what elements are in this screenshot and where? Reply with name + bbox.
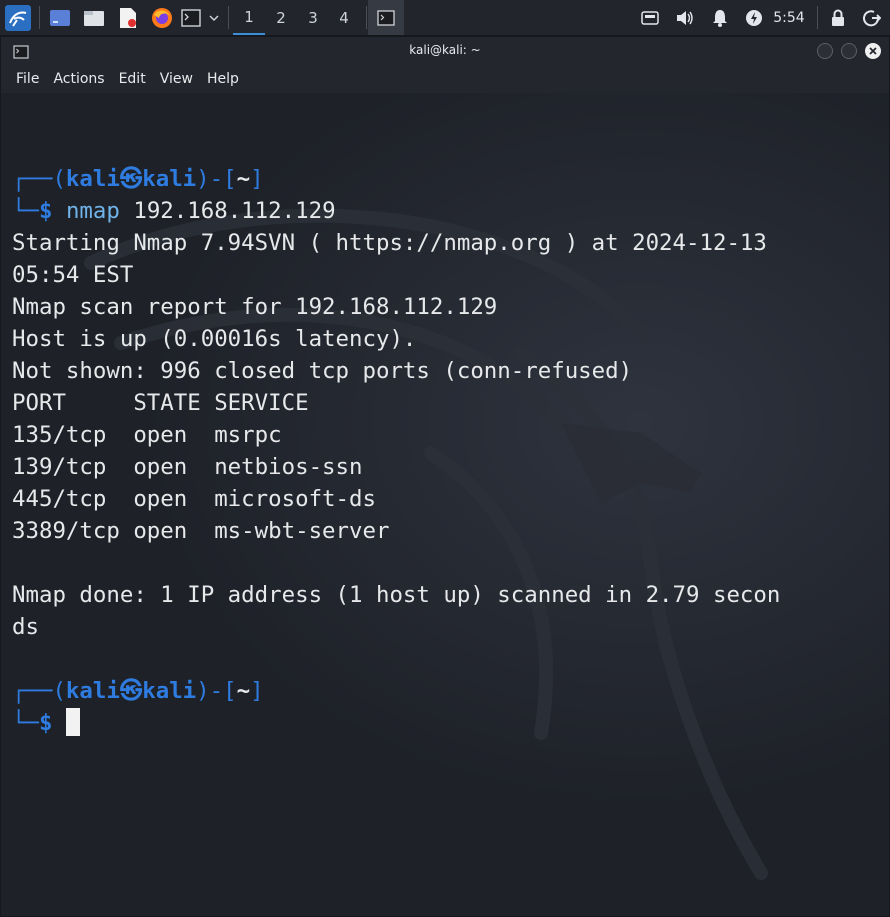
prompt-dir: ~ [236, 166, 251, 192]
output-line-port-row: 3389/tcp open ms-wbt-server [12, 518, 390, 544]
terminal-task-icon[interactable] [368, 0, 404, 35]
close-button[interactable] [865, 43, 881, 59]
prompt-dollar: $ [38, 198, 53, 224]
workspace-3[interactable]: 3 [297, 0, 329, 35]
prompt-line-top: ┌──(kali㉿kali)-[~] [12, 678, 264, 704]
top-panel: 1 2 3 4 5:54 [0, 0, 890, 36]
prompt-line-input[interactable]: └─$ [12, 707, 80, 739]
prompt-host: kali [142, 166, 197, 192]
menu-edit[interactable]: Edit [112, 71, 153, 87]
terminal-icon[interactable] [180, 0, 202, 35]
output-line: Not shown: 996 closed tcp ports (conn-re… [12, 358, 633, 384]
logout-icon[interactable] [860, 0, 884, 35]
lock-icon[interactable] [826, 0, 850, 35]
workspace-1[interactable]: 1 [233, 0, 265, 35]
kali-menu-icon[interactable] [4, 0, 32, 35]
workspace-2[interactable]: 2 [265, 0, 297, 35]
terminal-window: kali@kali: ~ File Actions Edit View Help… [0, 36, 890, 917]
terminal-output-area[interactable]: ┌──(kali㉿kali)-[~] └─$ nmap 192.168.112.… [1, 93, 889, 916]
output-line-port-header: PORT STATE SERVICE [12, 390, 309, 416]
output-line: Nmap done: 1 IP address (1 host up) scan… [12, 582, 781, 608]
text-editor-icon[interactable] [115, 0, 141, 35]
notification-bell-icon[interactable] [708, 0, 732, 35]
show-desktop-icon[interactable] [47, 0, 73, 35]
prompt-at-symbol: ㉿ [119, 166, 143, 192]
prompt-at-symbol: ㉿ [119, 678, 143, 704]
workspace-4[interactable]: 4 [328, 0, 360, 35]
prompt-user: kali [65, 166, 120, 192]
menu-bar: File Actions Edit View Help [1, 65, 889, 93]
window-title: kali@kali: ~ [409, 43, 481, 57]
firefox-icon[interactable] [148, 0, 176, 35]
menu-actions[interactable]: Actions [46, 71, 111, 87]
prompt-dollar: $ [38, 710, 53, 736]
command-args: 192.168.112.129 [119, 198, 336, 224]
prompt-host: kali [142, 678, 197, 704]
output-line: 05:54 EST [12, 262, 134, 288]
clock[interactable]: 5:54 [772, 0, 806, 35]
output-line: ds [12, 614, 39, 640]
output-line: Nmap scan report for 192.168.112.129 [12, 294, 498, 320]
output-line: Host is up (0.00016s latency). [12, 326, 417, 352]
window-titlebar[interactable]: kali@kali: ~ [1, 37, 889, 65]
text-cursor [65, 707, 80, 736]
power-icon[interactable] [742, 0, 766, 35]
dropdown-chevron-icon[interactable] [205, 0, 223, 35]
menu-view[interactable]: View [153, 71, 200, 87]
maximize-button[interactable] [841, 43, 857, 59]
output-line-port-row: 445/tcp open microsoft-ds [12, 486, 376, 512]
output-line: Starting Nmap 7.94SVN ( https://nmap.org… [12, 230, 767, 256]
prompt-line-command: └─$ nmap 192.168.112.129 [12, 198, 336, 224]
prompt-line-top: ┌──(kali㉿kali)-[~] [12, 166, 264, 192]
file-manager-icon[interactable] [81, 0, 107, 35]
output-line-port-row: 135/tcp open msrpc [12, 422, 282, 448]
prompt-dir: ~ [236, 678, 251, 704]
command-name: nmap [65, 198, 120, 224]
menu-file[interactable]: File [9, 71, 46, 87]
minimize-button[interactable] [817, 43, 833, 59]
close-icon [869, 47, 877, 55]
output-line-port-row: 139/tcp open netbios-ssn [12, 454, 363, 480]
volume-icon[interactable] [673, 0, 697, 35]
menu-help[interactable]: Help [200, 71, 246, 87]
prompt-user: kali [65, 678, 120, 704]
screen-icon[interactable] [638, 0, 662, 35]
